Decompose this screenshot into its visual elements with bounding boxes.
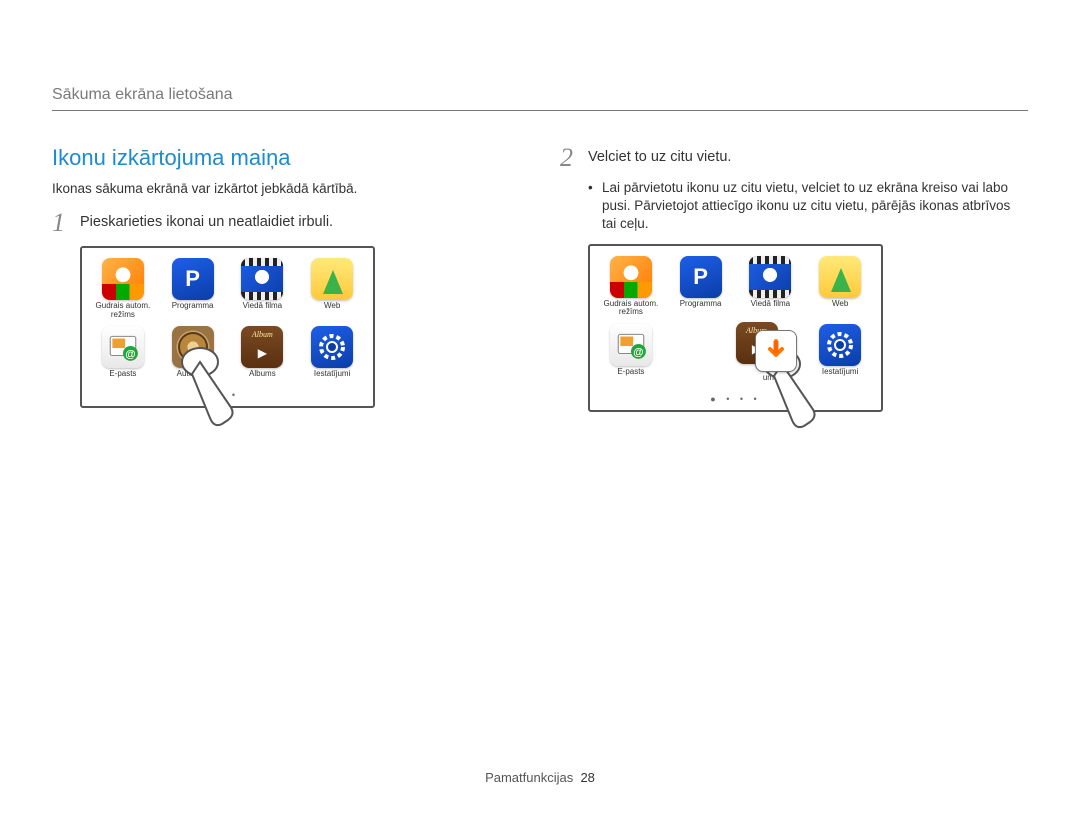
app-label: Web [324,302,340,320]
app-web: Web [807,256,873,318]
app-settings: Iestatījumi [299,326,365,388]
step-2: 2 Velciet to uz citu vietu. [560,145,1028,171]
step-1: 1 Pieskarieties ikonai un neatlaidiet ir… [52,210,520,236]
svg-text:@: @ [633,346,643,358]
left-column: Ikonu izkārtojuma maiņa Ikonas sākuma ek… [52,145,520,412]
app-web: Web [299,258,365,320]
backup-icon [172,326,214,368]
app-label: E-pasts [617,368,644,386]
web-upload-icon [819,256,861,298]
app-email: @ E-pasts [598,324,664,392]
app-program: Programma [668,256,734,318]
page-indicator: ● • • • [598,394,873,404]
section-title: Ikonu izkārtojuma maiņa [52,145,520,171]
smart-auto-icon [610,256,652,298]
step-2-note: Lai pārvietotu ikonu uz citu vietu, velc… [588,179,1028,234]
home-screen-illustration-1: Gudrais autom. režīms Programma Viedā fi… [80,246,375,408]
app-label: Web [832,300,848,318]
app-label: Gudrais autom. režīms [604,300,659,318]
program-icon [680,256,722,298]
settings-gear-icon [311,326,353,368]
movie-icon [749,256,791,298]
app-settings: Iestatījumi [807,324,873,392]
app-email: @ E-pasts [90,326,156,388]
chapter-heading: Sākuma ekrāna lietošana [52,86,1028,110]
album-icon [241,326,283,368]
section-intro: Ikonas sākuma ekrānā var izkārtot jebkād… [52,181,520,196]
app-label: Programma [172,302,214,320]
app-label: Iestatījumi [822,368,858,386]
program-icon [172,258,214,300]
movie-icon [241,258,283,300]
page-indicator: ● • [90,390,365,400]
email-icon: @ [102,326,144,368]
svg-text:@: @ [125,349,135,361]
app-smart-movie: Viedā filma [738,256,804,318]
web-upload-icon [311,258,353,300]
bullet-text: Lai pārvietotu ikonu uz citu vietu, velc… [588,179,1028,234]
right-column: 2 Velciet to uz citu vietu. Lai pārvieto… [560,145,1028,412]
app-label: Programma [680,300,722,318]
app-label: Viedā filma [243,302,282,320]
app-empty-slot [668,324,734,392]
step-text: Velciet to uz citu vietu. [588,145,1028,165]
app-label: ums [763,374,778,392]
app-auto-backup: Autom. d [160,326,226,388]
app-label: Gudrais autom. režīms [96,302,151,320]
app-label: Autom. d [177,370,209,388]
divider [52,110,1028,111]
app-label: Albums [249,370,276,388]
footer-label: Pamatfunkcijas [485,770,573,785]
app-smart-auto: Gudrais autom. režīms [598,256,664,318]
page-footer: Pamatfunkcijas 28 [0,770,1080,785]
drag-arrow-icon [755,330,797,372]
app-program: Programma [160,258,226,320]
home-screen-illustration-2: Gudrais autom. režīms Programma Viedā fi… [588,244,883,412]
settings-gear-icon [819,324,861,366]
app-label: Viedā filma [751,300,790,318]
smart-auto-icon [102,258,144,300]
email-icon: @ [610,324,652,366]
app-album-dragging: ums [738,324,804,392]
app-smart-movie: Viedā filma [230,258,296,320]
footer-page-number: 28 [580,770,594,785]
app-label: Iestatījumi [314,370,350,388]
app-label: E-pasts [109,370,136,388]
app-album: Albums [230,326,296,388]
step-number: 1 [52,210,80,236]
app-smart-auto: Gudrais autom. režīms [90,258,156,320]
step-number: 2 [560,145,588,171]
step-text: Pieskarieties ikonai un neatlaidiet irbu… [80,210,520,230]
